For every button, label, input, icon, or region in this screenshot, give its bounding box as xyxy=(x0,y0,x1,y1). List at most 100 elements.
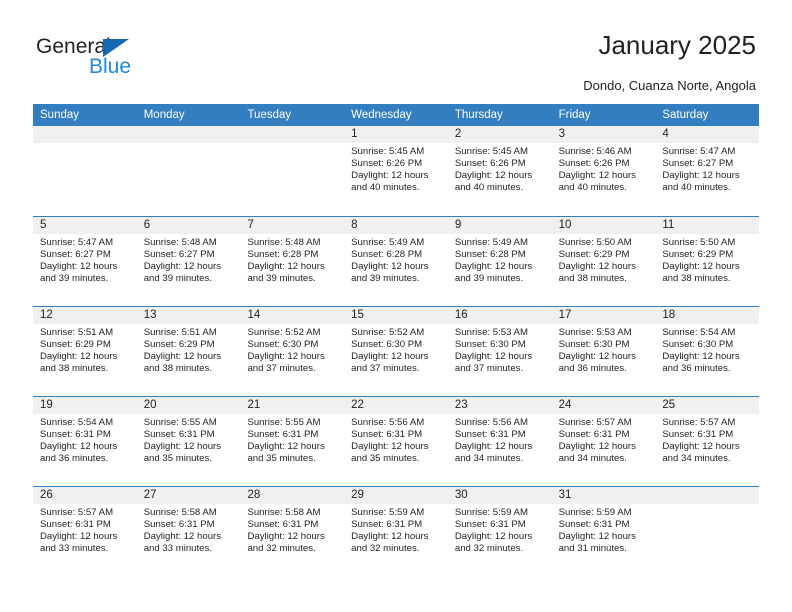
day-info: Sunrise: 5:57 AM Sunset: 6:31 PM Daylight:… xyxy=(33,504,137,555)
day-cell-23[interactable]: 23 Sunrise: 5:56 AM Sunset: 6:31 PM Dayligh… xyxy=(447,397,552,487)
day-info: Sunrise: 5:52 AM Sunset: 6:30 PM Daylight:… xyxy=(240,324,344,375)
day-cell-4[interactable]: 4 Sunrise: 5:47 AM Sunset: 6:27 PM Daylight… xyxy=(655,126,760,216)
day-cell-9[interactable]: 9 Sunrise: 5:49 AM Sunset: 6:28 PM Daylight… xyxy=(447,217,552,307)
day-cell-7[interactable]: 7 Sunrise: 5:48 AM Sunset: 6:28 PM Daylight… xyxy=(240,217,345,307)
day-number xyxy=(240,126,345,143)
day-cell-29[interactable]: 29 Sunrise: 5:59 AM Sunset: 6:31 PM Dayligh… xyxy=(344,487,448,577)
day-cell-8[interactable]: 8 Sunrise: 5:49 AM Sunset: 6:28 PM Daylight… xyxy=(344,217,448,307)
day-daylight-2-text: and 33 minutes. xyxy=(40,543,109,555)
day-number: 18 xyxy=(655,307,760,324)
weekday-header-friday: Friday xyxy=(558,109,591,121)
day-cell-18[interactable]: 18 Sunrise: 5:54 AM Sunset: 6:30 PM Dayligh… xyxy=(655,307,760,397)
day-daylight-1-text: Daylight: 12 hours xyxy=(143,441,222,453)
day-number: 15 xyxy=(344,307,448,324)
general-blue-logo[interactable]: General Blue xyxy=(36,36,196,84)
day-info xyxy=(137,143,241,146)
day-sunrise-text: Sunrise: 5:56 AM xyxy=(454,417,528,428)
day-cell-30[interactable]: 30 Sunrise: 5:59 AM Sunset: 6:31 PM Dayligh… xyxy=(447,487,552,577)
day-daylight-2-text: and 35 minutes. xyxy=(247,453,316,465)
day-daylight-1-text: Daylight: 12 hours xyxy=(247,441,325,453)
day-sunrise-text: Sunrise: 5:50 AM xyxy=(558,237,632,248)
day-info: Sunrise: 5:53 AM Sunset: 6:30 PM Daylight:… xyxy=(552,324,656,375)
day-sunrise-text: Sunrise: 5:57 AM xyxy=(558,417,632,428)
day-cell-26[interactable]: 26 Sunrise: 5:57 AM Sunset: 6:31 PM Dayligh… xyxy=(33,487,137,577)
day-cell-2[interactable]: 2 Sunrise: 5:45 AM Sunset: 6:26 PM Daylight… xyxy=(447,126,552,216)
day-cell-16[interactable]: 16 Sunrise: 5:53 AM Sunset: 6:30 PM Dayligh… xyxy=(447,307,552,397)
day-info: Sunrise: 5:47 AM Sunset: 6:27 PM Daylight:… xyxy=(33,234,137,285)
day-daylight-1-text: Daylight: 12 hours xyxy=(454,531,533,543)
page-title: January 2025 xyxy=(598,30,756,60)
day-sunset-text: Sunset: 6:31 PM xyxy=(40,429,111,441)
day-daylight-2-text: and 32 minutes. xyxy=(351,543,420,555)
day-daylight-1-text: Daylight: 12 hours xyxy=(454,170,533,182)
day-cell-11[interactable]: 11 Sunrise: 5:50 AM Sunset: 6:29 PM Dayligh… xyxy=(655,217,760,307)
day-sunrise-text: Sunrise: 5:53 AM xyxy=(558,327,632,338)
day-number: 25 xyxy=(655,397,760,414)
day-info: Sunrise: 5:54 AM Sunset: 6:30 PM Daylight:… xyxy=(655,324,759,375)
weekday-header-sunday: Sunday xyxy=(40,109,80,121)
day-daylight-1-text: Daylight: 12 hours xyxy=(454,351,533,363)
day-cell-6[interactable]: 6 Sunrise: 5:48 AM Sunset: 6:27 PM Daylight… xyxy=(136,217,241,307)
weekday-header-thursday: Thursday xyxy=(454,109,503,121)
day-sunrise-text: Sunrise: 5:47 AM xyxy=(40,237,114,248)
day-number: 22 xyxy=(344,397,448,414)
day-cell-28[interactable]: 28 Sunrise: 5:58 AM Sunset: 6:31 PM Dayligh… xyxy=(240,487,345,577)
day-daylight-1-text: Daylight: 12 hours xyxy=(454,261,533,273)
day-number: 3 xyxy=(551,126,656,143)
day-cell-25[interactable]: 25 Sunrise: 5:57 AM Sunset: 6:31 PM Dayligh… xyxy=(655,397,760,487)
day-sunset-text: Sunset: 6:31 PM xyxy=(351,519,423,531)
day-cell-3[interactable]: 3 Sunrise: 5:46 AM Sunset: 6:26 PM Daylight… xyxy=(551,126,656,216)
day-cell-12[interactable]: 12 Sunrise: 5:51 AM Sunset: 6:29 PM Dayligh… xyxy=(33,307,137,397)
day-daylight-1-text: Daylight: 12 hours xyxy=(40,441,118,453)
page-subtitle: Dondo, Cuanza Norte, Angola xyxy=(583,78,756,93)
day-sunrise-text: Sunrise: 5:57 AM xyxy=(662,417,736,428)
day-sunset-text: Sunset: 6:26 PM xyxy=(454,158,526,170)
day-sunrise-text: Sunrise: 5:58 AM xyxy=(247,507,321,518)
day-cell-20[interactable]: 20 Sunrise: 5:55 AM Sunset: 6:31 PM Dayligh… xyxy=(136,397,241,487)
day-cell-15[interactable]: 15 Sunrise: 5:52 AM Sunset: 6:30 PM Dayligh… xyxy=(344,307,448,397)
calendar-grid: Sunday Monday Tuesday Wednesday Thursday Frid… xyxy=(33,104,760,577)
day-daylight-2-text: and 39 minutes. xyxy=(247,273,316,285)
day-sunset-text: Sunset: 6:31 PM xyxy=(558,429,630,441)
day-cell-31[interactable]: 31 Sunrise: 5:59 AM Sunset: 6:31 PM Dayligh… xyxy=(551,487,656,577)
day-cell-13[interactable]: 13 Sunrise: 5:51 AM Sunset: 6:29 PM Dayligh… xyxy=(136,307,241,397)
day-daylight-2-text: and 37 minutes. xyxy=(454,363,524,375)
day-number: 27 xyxy=(136,487,241,504)
day-cell-22[interactable]: 22 Sunrise: 5:56 AM Sunset: 6:31 PM Dayligh… xyxy=(344,397,448,487)
day-number: 8 xyxy=(344,217,448,234)
day-info: Sunrise: 5:53 AM Sunset: 6:30 PM Daylight:… xyxy=(448,324,552,375)
day-info: Sunrise: 5:56 AM Sunset: 6:31 PM Daylight:… xyxy=(448,414,552,465)
day-sunrise-text: Sunrise: 5:52 AM xyxy=(247,327,321,338)
day-sunrise-text: Sunrise: 5:49 AM xyxy=(454,237,528,248)
day-sunset-text: Sunset: 6:30 PM xyxy=(662,339,734,351)
day-daylight-1-text: Daylight: 12 hours xyxy=(40,261,118,273)
day-cell-24[interactable]: 24 Sunrise: 5:57 AM Sunset: 6:31 PM Dayligh… xyxy=(551,397,656,487)
day-number: 29 xyxy=(344,487,448,504)
day-info: Sunrise: 5:51 AM Sunset: 6:29 PM Daylight:… xyxy=(137,324,241,375)
day-daylight-2-text: and 35 minutes. xyxy=(351,453,420,465)
day-cell-empty xyxy=(33,126,137,216)
day-sunrise-text: Sunrise: 5:45 AM xyxy=(454,146,528,157)
day-cell-27[interactable]: 27 Sunrise: 5:58 AM Sunset: 6:31 PM Dayligh… xyxy=(136,487,241,577)
day-info: Sunrise: 5:48 AM Sunset: 6:27 PM Daylight:… xyxy=(137,234,241,285)
day-daylight-2-text: and 40 minutes. xyxy=(662,182,731,194)
day-cell-17[interactable]: 17 Sunrise: 5:53 AM Sunset: 6:30 PM Dayligh… xyxy=(551,307,656,397)
day-daylight-1-text: Daylight: 12 hours xyxy=(351,351,429,363)
day-number: 7 xyxy=(240,217,345,234)
day-cell-10[interactable]: 10 Sunrise: 5:50 AM Sunset: 6:29 PM Dayligh… xyxy=(551,217,656,307)
day-number: 9 xyxy=(447,217,552,234)
day-sunset-text: Sunset: 6:26 PM xyxy=(558,158,630,170)
calendar-weeks: 1 Sunrise: 5:45 AM Sunset: 6:26 PM Daylight… xyxy=(33,126,760,577)
day-cell-14[interactable]: 14 Sunrise: 5:52 AM Sunset: 6:30 PM Dayligh… xyxy=(240,307,345,397)
day-cell-21[interactable]: 21 Sunrise: 5:55 AM Sunset: 6:31 PM Dayligh… xyxy=(240,397,345,487)
day-cell-19[interactable]: 19 Sunrise: 5:54 AM Sunset: 6:31 PM Dayligh… xyxy=(33,397,137,487)
day-sunrise-text: Sunrise: 5:55 AM xyxy=(143,417,217,428)
day-sunset-text: Sunset: 6:30 PM xyxy=(558,339,630,351)
day-cell-5[interactable]: 5 Sunrise: 5:47 AM Sunset: 6:27 PM Daylight… xyxy=(33,217,137,307)
day-daylight-2-text: and 39 minutes. xyxy=(143,273,212,285)
day-sunset-text: Sunset: 6:31 PM xyxy=(558,519,630,531)
day-sunset-text: Sunset: 6:28 PM xyxy=(247,249,319,261)
day-daylight-1-text: Daylight: 12 hours xyxy=(662,441,740,453)
day-cell-1[interactable]: 1 Sunrise: 5:45 AM Sunset: 6:26 PM Daylight… xyxy=(344,126,448,216)
day-daylight-2-text: and 31 minutes. xyxy=(558,543,627,555)
